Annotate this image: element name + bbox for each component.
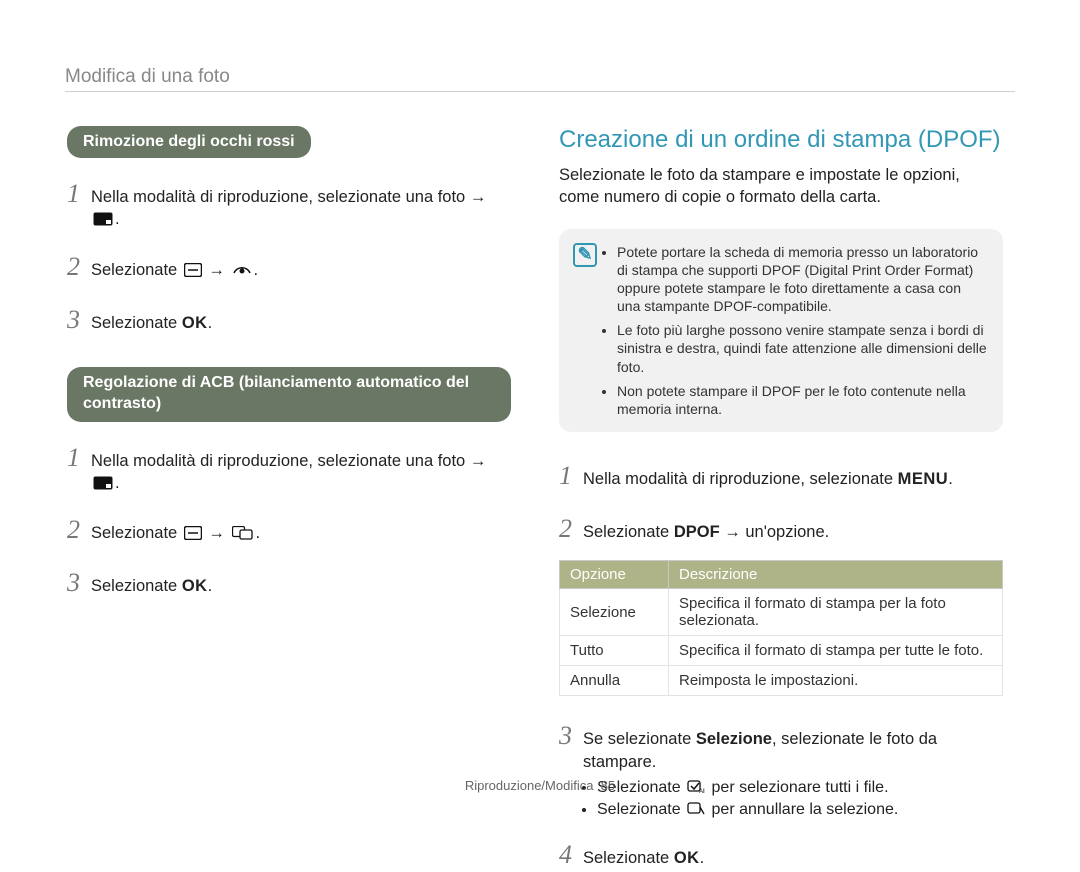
divider [65,91,1015,92]
note-item: Non potete stampare il DPOF per le foto … [617,382,987,418]
td-desc: Specifica il formato di stampa per tutte… [669,636,1003,666]
step-number: 2 [67,249,91,284]
td-desc: Specifica il formato di stampa per la fo… [669,589,1003,636]
heading-redeye: Rimozione degli occhi rossi [67,126,311,158]
text: . [115,210,120,228]
step-text: Selezionate OK. [91,575,511,597]
step-number: 4 [559,837,583,872]
step-text: Selezionate → . [91,259,511,281]
text: . [948,470,953,488]
dpof-step-3: 3 Se selezionate Selezione, selezionate … [559,718,1003,773]
note-box: ✎ Potete portare la scheda di memoria pr… [559,229,1003,433]
note-item: Le foto più larghe possono venire stampa… [617,321,987,376]
page-number: 85 [601,778,615,793]
td-desc: Reimposta le impostazioni. [669,666,1003,696]
text: . [254,261,259,279]
text: Nella modalità di riproduzione, selezion… [583,470,893,488]
list-item: Selezionate per annullare la selezione. [597,801,1003,819]
ok-label: OK [182,314,208,332]
arrow-icon: → [208,261,225,279]
text: . [115,474,120,492]
breadcrumb: Modifica di una foto [65,66,230,88]
td-option: Annulla [560,666,669,696]
deselect-icon [687,802,705,816]
th-desc: Descrizione [669,561,1003,589]
redeye-step-2: 2 Selezionate → . [67,249,511,284]
text: Selezionate [91,314,177,332]
step-text: Nella modalità di riproduzione, selezion… [91,186,511,231]
text: . [700,849,705,867]
text: Se selezionate [583,730,691,748]
arrow-icon: → [208,524,225,542]
info-icon: ✎ [573,243,601,419]
note-list: Potete portare la scheda di memoria pres… [601,243,987,419]
step-text: Selezionate OK. [583,847,1003,869]
text: per annullare la selezione. [712,801,899,818]
text: un'opzione. [745,523,829,541]
text: Selezionate [91,577,177,595]
text: Selezionate [91,261,177,279]
tool-icon [184,526,202,540]
text: Selezionate [583,523,669,541]
redeye-step-3: 3 Selezionate OK. [67,302,511,337]
step-text: Se selezionate Selezione, selezionate le… [583,728,1003,773]
strong: Selezione [696,730,772,748]
table-row: Annulla Reimposta le impostazioni. [560,666,1003,696]
page-footer: Riproduzione/Modifica 85 [0,778,1080,793]
text: Selezionate [583,849,669,867]
note-item: Potete portare la scheda di memoria pres… [617,243,987,316]
step-text: Selezionate DPOF → un'opzione. [583,521,1003,543]
acb-icon [232,526,254,540]
heading-acb: Regolazione di ACB (bilanciamento automa… [67,367,511,422]
text: Nella modalità di riproduzione, selezion… [91,452,465,470]
strong: DPOF [674,523,720,541]
acb-step-3: 3 Selezionate OK. [67,565,511,600]
acb-step-2: 2 Selezionate → . [67,512,511,547]
td-option: Selezione [560,589,669,636]
arrow-icon: → [470,452,487,470]
step-number: 3 [67,302,91,337]
section-title: Creazione di un ordine di stampa (DPOF) [559,126,1003,154]
table-row: Tutto Specifica il formato di stampa per… [560,636,1003,666]
text: Selezionate [91,524,177,542]
ok-label: OK [182,577,208,595]
arrow-icon: → [724,523,741,541]
text: . [208,314,213,332]
step-text: Nella modalità di riproduzione, selezion… [583,468,1003,490]
edit-icon [93,476,113,490]
left-column: Rimozione degli occhi rossi 1 Nella moda… [67,126,511,600]
acb-step-1: 1 Nella modalità di riproduzione, selezi… [67,440,511,495]
ok-label: OK [674,849,700,867]
step-number: 3 [67,565,91,600]
section-lead: Selezionate le foto da stampare e impost… [559,164,1003,209]
text: . [208,577,213,595]
redeye-step-1: 1 Nella modalità di riproduzione, selezi… [67,176,511,231]
step-text: Selezionate → . [91,522,511,544]
step-number: 1 [67,440,91,475]
dpof-step-2: 2 Selezionate DPOF → un'opzione. [559,511,1003,546]
step-number: 2 [559,511,583,546]
step-text: Nella modalità di riproduzione, selezion… [91,450,511,495]
step-number: 2 [67,512,91,547]
th-option: Opzione [560,561,669,589]
options-table: Opzione Descrizione Selezione Specifica … [559,560,1003,696]
step-number: 1 [559,458,583,493]
step-number: 1 [67,176,91,211]
arrow-icon: → [470,188,487,206]
td-option: Tutto [560,636,669,666]
step-number: 3 [559,718,583,753]
dpof-step-1: 1 Nella modalità di riproduzione, selezi… [559,458,1003,493]
menu-label: MENU [898,470,949,488]
text: . [256,524,261,542]
table-row: Selezione Specifica il formato di stampa… [560,589,1003,636]
text: Nella modalità di riproduzione, selezion… [91,188,465,206]
step-text: Selezionate OK. [91,312,511,334]
edit-icon [93,212,113,226]
dpof-step-4: 4 Selezionate OK. [559,837,1003,872]
text: Selezionate [597,801,681,818]
redeye-icon [232,263,252,277]
right-column: Creazione di un ordine di stampa (DPOF) … [559,126,1003,872]
footer-section: Riproduzione/Modifica [465,778,594,793]
tool-icon [184,263,202,277]
